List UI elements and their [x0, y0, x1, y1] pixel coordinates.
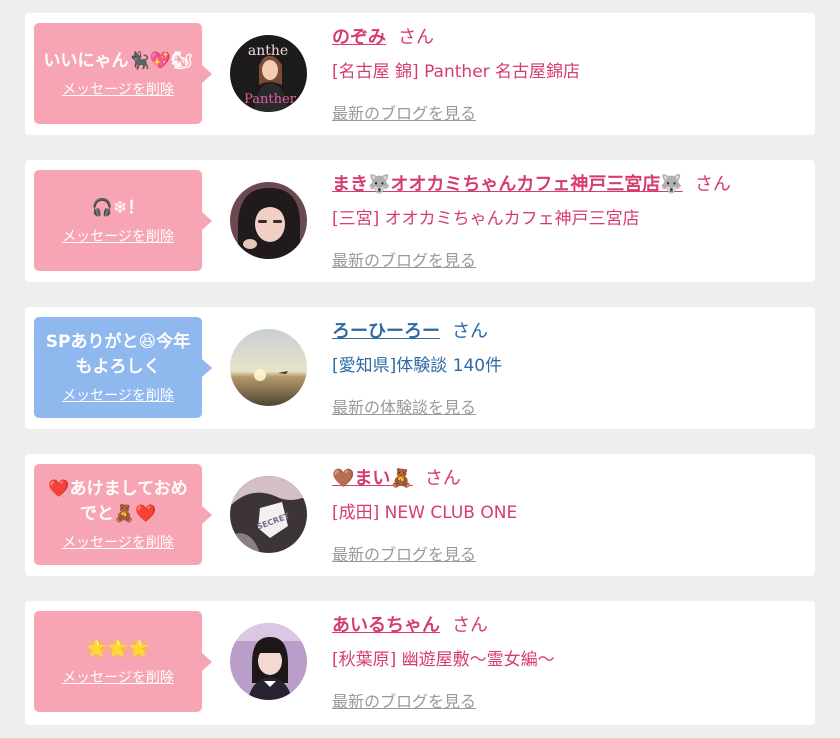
message-bubble: ❤️あけましておめでと🧸❤️ メッセージを削除 — [34, 464, 212, 565]
avatar[interactable] — [230, 329, 307, 406]
message-card: SPありがと😆今年もよろしく メッセージを削除 ろーひーろー さん [愛知県]体… — [25, 307, 815, 429]
user-info: のぞみ さん [名古屋 錦] Panther 名古屋錦店 最新のブログを見る — [332, 23, 805, 124]
message-bubble: 🎧❄！ メッセージを削除 — [34, 170, 212, 271]
person-photo-icon — [230, 623, 307, 700]
user-info: ろーひーろー さん [愛知県]体験談 140件 最新の体験談を見る — [332, 317, 805, 418]
message-card: 🌟🌟🌟 メッセージを削除 あいるちゃん さん [秋葉原] 幽遊屋敷〜霊女編〜 最新… — [25, 601, 815, 725]
delete-message-link[interactable]: メッセージを削除 — [62, 532, 174, 552]
avatar[interactable] — [230, 182, 307, 259]
delete-message-link[interactable]: メッセージを削除 — [62, 385, 174, 405]
user-name-link[interactable]: ろーひーろー — [332, 321, 440, 342]
avatar[interactable]: anthe Panther — [230, 35, 307, 112]
person-photo-icon — [230, 182, 307, 259]
user-name-link[interactable]: のぞみ — [332, 27, 386, 48]
message-card: 🎧❄！ メッセージを削除 まき🐺オオカミちゃんカフェ神戸三宮店🐺 さん [三宮] … — [25, 160, 815, 282]
message-text: ❤️あけましておめでと🧸❤️ — [48, 479, 188, 524]
person-photo-icon: anthe Panther — [230, 35, 307, 112]
shop-label: [秋葉原] 幽遊屋敷〜霊女編〜 — [332, 650, 555, 670]
message-card: ❤️あけましておめでと🧸❤️ メッセージを削除 SECRET 🤎まい🧸 さん [成… — [25, 454, 815, 576]
honorific-label: さん — [424, 468, 461, 489]
honorific-label: さん — [694, 174, 731, 195]
user-name-link[interactable]: 🤎まい🧸 — [332, 468, 413, 489]
message-text: いいにゃん🐈‍⬛💖🐿 — [43, 50, 193, 71]
message-text: 🌟🌟🌟 — [86, 638, 150, 659]
latest-blog-link[interactable]: 最新のブログを見る — [332, 541, 476, 565]
honorific-label: さん — [452, 615, 488, 636]
message-text: 🎧❄！ — [91, 197, 145, 218]
message-bubble: SPありがと😆今年もよろしく メッセージを削除 — [34, 317, 212, 418]
message-list: いいにゃん🐈‍⬛💖🐿 メッセージを削除 anthe Panther のぞみ さん … — [0, 0, 840, 738]
message-text: SPありがと😆今年もよろしく — [45, 332, 191, 377]
sunset-photo-icon — [230, 329, 307, 406]
shop-label: [名古屋 錦] Panther 名古屋錦店 — [332, 62, 581, 82]
shop-label: [三宮] オオカミちゃんカフェ神戸三宮店 — [332, 209, 640, 229]
message-bubble: いいにゃん🐈‍⬛💖🐿 メッセージを削除 — [34, 23, 212, 124]
user-info: 🤎まい🧸 さん [成田] NEW CLUB ONE 最新のブログを見る — [332, 464, 805, 565]
avatar[interactable]: SECRET — [230, 476, 307, 553]
user-info: まき🐺オオカミちゃんカフェ神戸三宮店🐺 さん [三宮] オオカミちゃんカフェ神戸三… — [332, 170, 805, 271]
latest-blog-link[interactable]: 最新のブログを見る — [332, 100, 476, 124]
avatar[interactable] — [230, 623, 307, 700]
message-card: いいにゃん🐈‍⬛💖🐿 メッセージを削除 anthe Panther のぞみ さん … — [25, 13, 815, 135]
shop-label: [愛知県]体験談 140件 — [332, 356, 503, 376]
message-bubble: 🌟🌟🌟 メッセージを削除 — [34, 611, 212, 712]
honorific-label: さん — [398, 27, 434, 48]
shop-label: [成田] NEW CLUB ONE — [332, 503, 518, 523]
svg-text:Panther: Panther — [244, 92, 297, 107]
delete-message-link[interactable]: メッセージを削除 — [62, 79, 174, 99]
user-name-link[interactable]: あいるちゃん — [332, 615, 440, 636]
user-name-link[interactable]: まき🐺オオカミちゃんカフェ神戸三宮店🐺 — [332, 174, 683, 195]
latest-review-link[interactable]: 最新の体験談を見る — [332, 394, 476, 418]
latest-blog-link[interactable]: 最新のブログを見る — [332, 247, 476, 271]
latest-blog-link[interactable]: 最新のブログを見る — [332, 688, 476, 712]
user-info: あいるちゃん さん [秋葉原] 幽遊屋敷〜霊女編〜 最新のブログを見る — [332, 611, 805, 712]
delete-message-link[interactable]: メッセージを削除 — [62, 226, 174, 246]
honorific-label: さん — [452, 321, 488, 342]
secret-photo-icon: SECRET — [230, 476, 307, 553]
delete-message-link[interactable]: メッセージを削除 — [62, 667, 174, 687]
